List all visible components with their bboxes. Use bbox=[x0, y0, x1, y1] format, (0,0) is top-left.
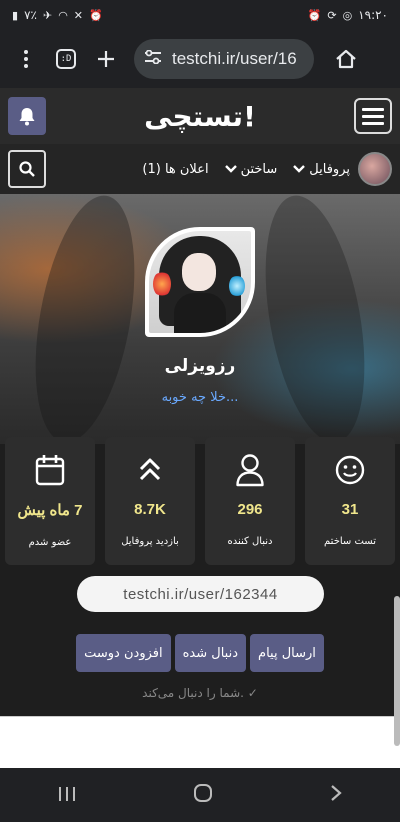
site-settings-icon[interactable] bbox=[144, 49, 164, 68]
user-icon bbox=[234, 453, 266, 487]
clock: ۱۹:۲۰ bbox=[358, 8, 388, 22]
sync-icon: ⟳ bbox=[327, 8, 337, 22]
profile-avatar-image bbox=[149, 231, 251, 333]
check-icon: ✓ bbox=[247, 686, 258, 700]
nav-profile-label: پروفایل bbox=[309, 161, 350, 177]
url-text: testchi.ir/user/16 bbox=[172, 49, 297, 68]
site-logo[interactable]: تستچی! bbox=[144, 100, 256, 133]
stat-label: بازدید پروفایل bbox=[121, 536, 179, 547]
cover-decoration bbox=[18, 194, 152, 444]
profile-avatar[interactable] bbox=[145, 227, 255, 337]
new-tab-plus-icon[interactable] bbox=[86, 39, 126, 79]
home-button-icon[interactable] bbox=[193, 783, 213, 808]
chevrons-up-icon bbox=[138, 453, 162, 487]
stat-tests-made: 31 تست ساختم bbox=[305, 437, 395, 565]
profile-cover: رزویزلی خلا چه خوبه... bbox=[0, 194, 400, 444]
send-message-button[interactable]: ارسال پیام bbox=[250, 634, 324, 672]
profile-link-field[interactable]: testchi.ir/user/162344 bbox=[77, 576, 324, 612]
back-icon[interactable] bbox=[330, 783, 342, 807]
stat-value: 7 ماه پیش bbox=[17, 502, 83, 519]
user-avatar[interactable] bbox=[358, 152, 392, 186]
overflow-menu-icon[interactable] bbox=[6, 39, 46, 79]
bell-icon bbox=[19, 108, 35, 126]
stat-profile-views: 8.7K بازدید پروفایل bbox=[105, 437, 195, 565]
follows-you-note: شما را دنبال می‌کند. ✓ bbox=[0, 686, 400, 700]
system-nav-bar bbox=[0, 768, 400, 822]
follow-note-text: شما را دنبال می‌کند. bbox=[142, 686, 244, 700]
chevron-down-icon bbox=[224, 162, 237, 176]
profile-username: رزویزلی bbox=[164, 356, 236, 376]
followed-button[interactable]: دنبال شده bbox=[174, 634, 247, 672]
nav-build-dropdown[interactable]: ساختن bbox=[224, 161, 278, 177]
hamburger-menu-button[interactable] bbox=[353, 98, 392, 134]
profile-stats: 31 تست ساختم 296 دنبال کننده 8.7K بازدید… bbox=[5, 437, 395, 567]
address-bar[interactable]: testchi.ir/user/16 bbox=[134, 39, 314, 79]
alarm-icon: ⏰ bbox=[89, 8, 103, 22]
alarm-clock-icon: ⏰ bbox=[307, 8, 322, 22]
airplane-icon: ✈ bbox=[42, 8, 53, 22]
status-bar: ▮ ٧٪ ✈ ◠ ✕ ⏰ ⏰ ⟳ ◎ ۱۹:۲۰ bbox=[0, 0, 400, 30]
stat-value: 296 bbox=[237, 501, 263, 518]
stat-value: 31 bbox=[341, 501, 359, 518]
tab-count: :D bbox=[56, 49, 76, 69]
stat-value: 8.7K bbox=[134, 501, 166, 518]
search-button[interactable] bbox=[8, 150, 46, 188]
stat-followers[interactable]: 296 دنبال کننده bbox=[205, 437, 295, 565]
recents-icon[interactable] bbox=[58, 783, 76, 807]
cover-decoration bbox=[248, 194, 382, 444]
nav-notifications-label: اعلان ها (1) bbox=[142, 161, 209, 177]
add-friend-button[interactable]: افزودن دوست bbox=[76, 634, 171, 672]
tab-switcher-button[interactable]: :D bbox=[46, 39, 86, 79]
status-left: ▮ ٧٪ ✈ ◠ ✕ ⏰ bbox=[12, 8, 103, 22]
site-nav: پروفایل ساختن اعلان ها (1) bbox=[0, 144, 400, 194]
chevron-down-icon bbox=[293, 162, 306, 176]
site-header: تستچی! bbox=[0, 88, 400, 144]
profile-bio: خلا چه خوبه... bbox=[161, 390, 239, 405]
battery-percent: ٧٪ bbox=[24, 8, 37, 22]
home-icon[interactable] bbox=[326, 39, 366, 79]
smiley-icon bbox=[334, 453, 366, 487]
browser-toolbar: :D testchi.ir/user/16 bbox=[0, 30, 400, 88]
mute-icon: ✕ bbox=[73, 8, 84, 22]
battery-icon: ▮ bbox=[12, 8, 19, 22]
status-right: ⏰ ⟳ ◎ ۱۹:۲۰ bbox=[308, 8, 388, 22]
nav-profile-dropdown[interactable]: پروفایل bbox=[293, 162, 350, 177]
profile-actions: ارسال پیام دنبال شده افزودن دوست bbox=[0, 634, 400, 672]
stat-label: عضو شدم bbox=[28, 537, 72, 548]
nav-build-label: ساختن bbox=[240, 161, 278, 177]
nav-notifications-link[interactable]: اعلان ها (1) bbox=[142, 162, 208, 177]
data-saver-icon: ◎ bbox=[342, 8, 353, 22]
page-scrollbar[interactable] bbox=[394, 596, 400, 746]
search-icon bbox=[19, 161, 35, 177]
stat-member-since: 7 ماه پیش عضو شدم bbox=[5, 437, 95, 565]
stat-label: دنبال کننده bbox=[227, 536, 273, 547]
stat-label: تست ساختم bbox=[324, 536, 376, 547]
content-panel bbox=[0, 716, 400, 768]
wifi-icon: ◠ bbox=[58, 8, 68, 22]
notification-bell-button[interactable] bbox=[8, 97, 46, 135]
calendar-icon bbox=[35, 453, 65, 487]
